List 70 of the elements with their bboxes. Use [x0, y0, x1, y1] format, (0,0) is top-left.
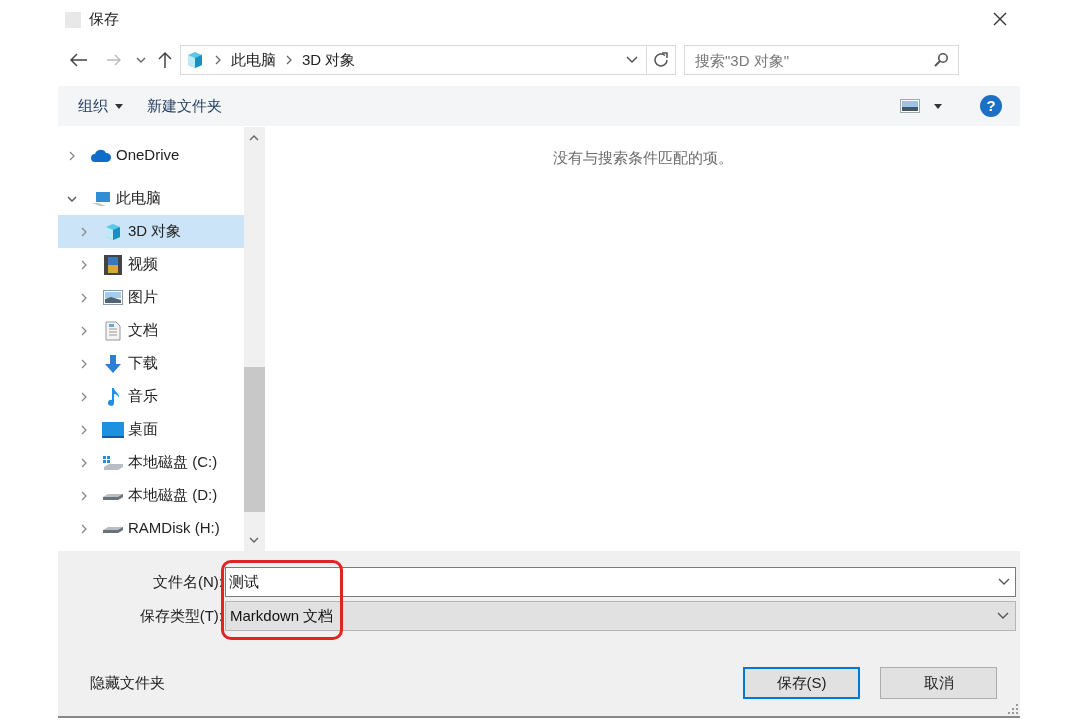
breadcrumb-item[interactable]: 此电脑 — [231, 48, 276, 72]
file-type-dropdown[interactable]: Markdown 文档 — [225, 601, 1016, 631]
dialog-button[interactable]: 保存(S) — [743, 667, 860, 699]
address-bar[interactable]: 此电脑 3D 对象 — [180, 45, 676, 75]
tree-item[interactable]: 本地磁盘 (C:) — [58, 446, 244, 479]
chevron-right-icon[interactable] — [215, 55, 221, 65]
chevron-right-icon[interactable] — [81, 226, 87, 237]
search-icon[interactable] — [933, 52, 949, 68]
tree-item[interactable]: 图片 — [58, 281, 244, 314]
tree-item[interactable]: OneDrive — [58, 139, 244, 172]
scrollbar[interactable] — [244, 127, 265, 551]
chevron-down-icon[interactable] — [136, 57, 146, 63]
tree-item[interactable]: 3D 对象 — [58, 215, 244, 248]
tree-item[interactable]: 桌面 — [58, 413, 244, 446]
chevron-right-icon[interactable] — [81, 523, 87, 534]
back-icon[interactable] — [70, 53, 88, 67]
tree-item[interactable]: RAMDisk (H:) — [58, 512, 244, 545]
chevron-right-icon[interactable] — [69, 150, 75, 161]
field-label: 文件名(N): — [152, 571, 223, 592]
caret-icon[interactable] — [934, 103, 942, 109]
scrollbar-thumb[interactable] — [244, 367, 265, 512]
chevron-right-icon[interactable] — [81, 358, 87, 369]
chevron-down-icon[interactable] — [67, 195, 77, 202]
cloud-icon — [90, 148, 112, 163]
empty-message: 没有与搜索条件匹配的项。 — [552, 148, 733, 168]
dialog-button[interactable]: 取消 — [880, 667, 997, 699]
up-icon[interactable] — [158, 51, 172, 69]
desktop-icon — [102, 421, 124, 438]
music-note-icon — [106, 386, 120, 407]
search-field[interactable]: 搜索"3D 对象" — [684, 45, 959, 75]
tree-item[interactable]: 文档 — [58, 314, 244, 347]
cube-icon — [185, 50, 205, 70]
tree-item[interactable]: 视频 — [58, 248, 244, 281]
tree-item[interactable]: 音乐 — [58, 380, 244, 413]
tree-item[interactable]: 本地磁盘 (D:) — [58, 479, 244, 512]
picture-icon — [103, 290, 123, 305]
document-icon — [105, 320, 121, 341]
scroll-down-icon[interactable] — [249, 537, 259, 543]
chevron-right-icon[interactable] — [81, 391, 87, 402]
tree-item[interactable]: 下载 — [58, 347, 244, 380]
chevron-down-icon[interactable] — [998, 578, 1010, 586]
cube-icon — [103, 221, 123, 242]
refresh-icon[interactable] — [653, 52, 669, 68]
chevron-right-icon[interactable] — [81, 259, 87, 270]
close-icon[interactable] — [992, 11, 1008, 27]
computer-icon — [91, 190, 111, 207]
scroll-up-icon[interactable] — [249, 135, 259, 141]
view-icon[interactable] — [900, 99, 920, 113]
field-label: 保存类型(T): — [138, 605, 223, 626]
help-button[interactable]: ? — [980, 95, 1002, 117]
chevron-right-icon[interactable] — [81, 325, 87, 336]
film-icon — [104, 254, 122, 275]
hide-folders-toggle[interactable]: 隐藏文件夹 — [90, 671, 165, 695]
toolbar-button[interactable]: 新建文件夹 — [147, 94, 222, 118]
chevron-right-icon[interactable] — [81, 292, 87, 303]
chevron-right-icon[interactable] — [81, 490, 87, 501]
organize-menu[interactable]: 组织 — [78, 94, 123, 118]
chevron-right-icon[interactable] — [81, 457, 87, 468]
chevron-right-icon[interactable] — [81, 424, 87, 435]
download-icon — [104, 353, 122, 374]
tree-item[interactable]: 此电脑 — [58, 182, 244, 215]
filename-field[interactable]: 测试 — [225, 567, 1016, 597]
resize-grip-icon[interactable] — [1008, 704, 1018, 714]
caret-icon — [115, 103, 123, 109]
drive-icon — [102, 454, 124, 471]
chevron-right-icon[interactable] — [286, 55, 292, 65]
window-title: 保存 — [89, 8, 119, 29]
chevron-down-icon[interactable] — [997, 612, 1009, 620]
chevron-down-icon[interactable] — [626, 56, 638, 64]
breadcrumb-item[interactable]: 3D 对象 — [302, 48, 356, 72]
